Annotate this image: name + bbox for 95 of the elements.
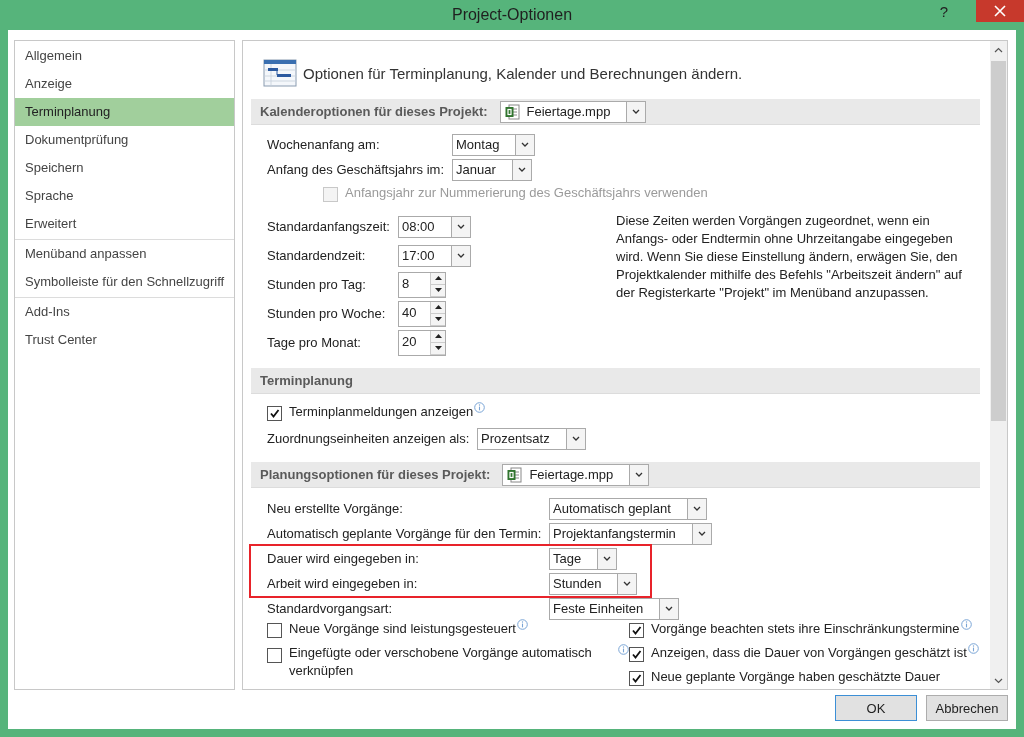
dropdown[interactable]: Feste Einheiten: [549, 597, 680, 620]
checkmark-icon: [269, 408, 280, 419]
description-text: Diese Zeiten werden Vorgängen zugeordnet, wenn ein Anfangs- oder Endtermin ohne Uhrzeitangabe eingegeben wird. Wenn Sie diese Einstellung ändern, erwägen Sie, den Projektkalender mithilfe des Befehls "Arbeitszeit ändern" auf der Registerkarte "Projekt" im Menüband anzupassen.: [616, 212, 963, 302]
checkmark-icon: [631, 673, 642, 684]
field-label: Stunden pro Tag:: [267, 277, 367, 292]
checkbox-label: Neue geplante Vorgänge haben geschätzte Dauer: [651, 669, 941, 684]
caret-icon: [602, 554, 613, 563]
window-title: Project-Optionen: [451, 6, 573, 24]
close-icon: [994, 5, 1006, 17]
section-title: Terminplanung: [260, 373, 353, 388]
close-button[interactable]: [976, 0, 1024, 22]
checkbox-label: Eingefügte oder verschobene Vorgänge automatisch verknüpfen: [289, 644, 593, 680]
caret-icon: [455, 222, 466, 231]
checkbox[interactable]: [267, 406, 282, 421]
increment-button[interactable]: [431, 272, 445, 285]
cancel-button[interactable]: Abbrechen: [926, 695, 1008, 721]
caret-icon: [520, 140, 531, 149]
checkbox[interactable]: [629, 671, 644, 686]
field-label: Automatisch geplante Vorgänge für den Termin:: [267, 526, 543, 541]
number-field[interactable]: 40: [398, 300, 446, 327]
dropdown[interactable]: Montag: [452, 133, 536, 156]
field-label: Neu erstellte Vorgänge:: [267, 501, 404, 516]
document-icon: [504, 103, 520, 120]
caret-icon: [570, 434, 581, 443]
dropdown[interactable]: Tage: [549, 547, 618, 570]
scroll-down-icon[interactable]: [994, 678, 1003, 684]
checkbox[interactable]: [629, 623, 644, 638]
scrollbar[interactable]: [990, 41, 1007, 689]
category-item[interactable]: Anzeige: [15, 70, 234, 98]
checkmark-icon: [631, 649, 642, 660]
number-field[interactable]: 8: [398, 271, 446, 298]
dropdown[interactable]: Automatisch geplant: [549, 497, 707, 520]
increment-button[interactable]: [431, 330, 445, 343]
checkmark-icon: [631, 625, 642, 636]
checkbox-label: Anfangsjahr zur Nummerierung des Geschäftsjahrs verwenden: [345, 185, 708, 200]
caret-icon: [634, 470, 645, 479]
caret-icon: [631, 107, 642, 116]
dropdown[interactable]: Projektanfangstermin: [549, 522, 712, 545]
down-triangle-icon: [434, 288, 442, 292]
checkbox[interactable]: [629, 647, 644, 662]
down-triangle-icon: [434, 346, 442, 350]
caret-icon: [622, 579, 633, 588]
section-title: Planungsoptionen für dieses Projekt:: [260, 467, 491, 482]
category-item[interactable]: Add-Ins: [15, 298, 234, 326]
category-item[interactable]: Dokumentprüfung: [15, 126, 234, 154]
checkbox-label: Terminplanmeldungen anzeigen: [289, 404, 474, 419]
caret-icon: [455, 251, 466, 260]
up-triangle-icon: [434, 305, 442, 309]
project-dropdown[interactable]: Feiertage.mpp: [502, 463, 650, 486]
down-triangle-icon: [434, 317, 442, 321]
field-label: Standardvorgangsart:: [267, 601, 394, 616]
field-label: Stunden pro Woche:: [267, 306, 387, 321]
project-dropdown[interactable]: Feiertage.mpp: [499, 100, 647, 123]
checkbox-label: Vorgänge beachten stets ihre Einschränkungstermine: [651, 621, 960, 636]
field-label: Tage pro Monat:: [267, 335, 362, 350]
checkbox[interactable]: [267, 623, 282, 638]
dropdown[interactable]: 17:00: [398, 244, 471, 267]
checkbox[interactable]: [267, 648, 282, 663]
field-label: Dauer wird eingegeben in:: [267, 551, 420, 566]
field-label: Standardanfangszeit:: [267, 219, 391, 234]
category-item[interactable]: Speichern: [15, 154, 234, 182]
category-item[interactable]: Terminplanung: [15, 98, 234, 126]
help-button[interactable]: ?: [932, 0, 956, 22]
checkbox-label: Anzeigen, dass die Dauer von Vorgängen geschätzt ist: [651, 645, 967, 660]
dropdown[interactable]: Januar: [452, 158, 532, 181]
field-label: Arbeit wird eingegeben in:: [267, 576, 419, 591]
up-triangle-icon: [434, 276, 442, 280]
caret-icon: [664, 604, 675, 613]
checkbox-label: Neue Vorgänge sind leistungsgesteuert: [289, 621, 516, 636]
caret-icon: [691, 504, 702, 513]
category-item[interactable]: Menüband anpassen: [15, 240, 234, 268]
section-title: Kalenderoptionen für dieses Projekt:: [260, 104, 488, 119]
category-item[interactable]: Allgemein: [15, 42, 234, 70]
category-item[interactable]: Sprache: [15, 182, 234, 210]
increment-button[interactable]: [431, 301, 445, 314]
category-item[interactable]: Symbolleiste für den Schnellzugriff: [15, 268, 234, 296]
field-label: Zuordnungseinheiten anzeigen als:: [267, 431, 471, 446]
up-triangle-icon: [434, 334, 442, 338]
page-heading: Optionen für Terminplanung, Kalender und Berechnungen ändern.: [303, 64, 743, 82]
field-label: Wochenanfang am:: [267, 137, 381, 152]
category-item[interactable]: Erweitert: [15, 210, 234, 238]
ok-button[interactable]: OK: [835, 695, 917, 721]
field-label: Anfang des Geschäftsjahrs im:: [267, 162, 446, 177]
dropdown[interactable]: Prozentsatz: [477, 427, 586, 450]
dropdown[interactable]: 08:00: [398, 215, 471, 238]
field-label: Standardendzeit:: [267, 248, 367, 263]
document-icon: [507, 466, 523, 483]
number-field[interactable]: 20: [398, 329, 446, 356]
gantt-chart-icon: [263, 59, 297, 87]
caret-icon: [516, 165, 527, 174]
category-item[interactable]: Trust Center: [15, 326, 234, 354]
dropdown[interactable]: Stunden: [549, 572, 638, 595]
scroll-up-icon[interactable]: [994, 47, 1003, 53]
scrollbar-thumb[interactable]: [991, 61, 1006, 421]
caret-icon: [696, 529, 707, 538]
